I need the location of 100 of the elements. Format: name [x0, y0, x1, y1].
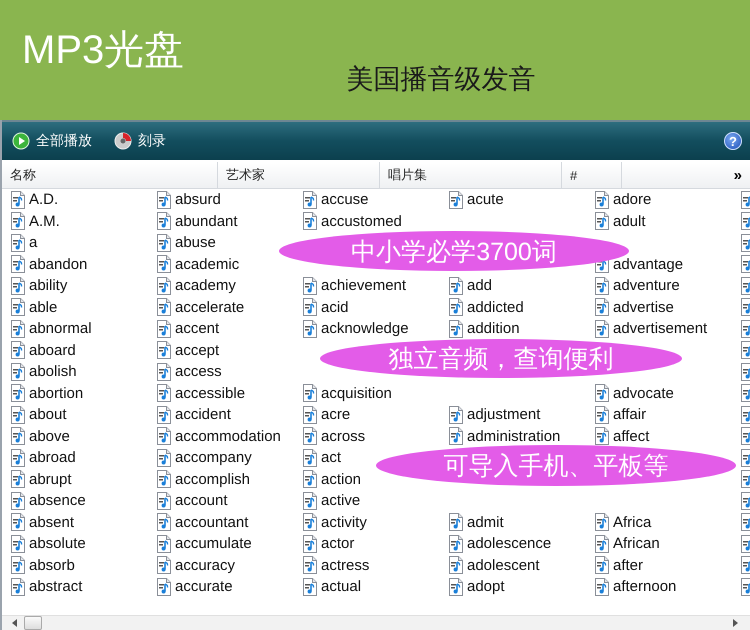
file-name[interactable]: affect [613, 428, 650, 445]
file-name[interactable]: adolescent [467, 556, 540, 574]
burn-button[interactable]: 刻录 [112, 130, 168, 152]
file-name[interactable]: actual [321, 578, 362, 596]
scroll-thumb[interactable] [24, 616, 42, 630]
file-name[interactable]: affair [613, 406, 646, 424]
file-name[interactable]: across [321, 428, 366, 445]
file-name[interactable]: add [467, 277, 492, 294]
audio-file-icon [448, 298, 464, 316]
file-name[interactable]: a [29, 234, 38, 252]
audio-file-icon [302, 212, 318, 230]
file-name[interactable]: acknowledge [321, 320, 409, 338]
scroll-left-icon[interactable] [12, 619, 18, 627]
file-name[interactable]: Africa [613, 514, 652, 531]
file-name[interactable]: accelerate [175, 298, 244, 316]
file-name[interactable]: actor [321, 535, 354, 552]
file-name[interactable]: absolute [29, 535, 86, 552]
audio-file-icon [10, 427, 26, 446]
file-name[interactable]: accustomed [321, 212, 402, 230]
file-name[interactable]: accident [175, 406, 231, 424]
file-name[interactable]: admit [467, 514, 504, 531]
file-name[interactable]: academic [175, 256, 240, 273]
audio-file-icon [594, 556, 610, 574]
file-name[interactable]: afternoon [613, 578, 676, 596]
audio-file-icon [156, 341, 172, 360]
column-header[interactable]: 艺术家 [218, 162, 380, 188]
file-name[interactable]: accept [175, 342, 220, 359]
file-name[interactable]: accumulate [175, 535, 252, 552]
audio-file-icon [302, 427, 318, 446]
file-name[interactable]: accessible [175, 384, 246, 402]
file-name[interactable]: abolish [29, 363, 77, 380]
file-name[interactable]: activity [321, 514, 367, 531]
more-columns-button[interactable]: » [726, 162, 750, 188]
audio-file-icon [156, 513, 172, 532]
file-name[interactable]: actress [321, 556, 370, 574]
file-name[interactable]: acquisition [321, 384, 392, 402]
audio-file-icon [594, 190, 610, 209]
file-name[interactable]: abroad [29, 449, 76, 466]
file-name[interactable]: aboard [29, 342, 76, 359]
file-name[interactable]: adjustment [467, 406, 540, 424]
file-name[interactable]: abundant [175, 212, 238, 230]
file-name[interactable]: addicted [467, 298, 524, 316]
audio-file-icon [448, 406, 464, 424]
file-name[interactable]: abrupt [29, 470, 72, 488]
file-name[interactable]: above [29, 428, 70, 445]
column-header[interactable]: 唱片集 [380, 162, 562, 188]
file-name[interactable]: acute [467, 191, 504, 208]
file-name[interactable]: accuracy [175, 556, 236, 574]
file-name[interactable]: acid [321, 298, 349, 316]
file-name[interactable]: advertisement [613, 320, 708, 338]
file-name[interactable]: advantage [613, 256, 684, 273]
file-name[interactable]: adolescence [467, 535, 552, 552]
audio-file-icon [156, 406, 172, 424]
file-name[interactable]: advertise [613, 298, 674, 316]
horizontal-scrollbar[interactable] [2, 615, 750, 630]
column-header[interactable]: # [562, 162, 622, 188]
file-name[interactable]: accurate [175, 578, 233, 596]
file-name[interactable]: abortion [29, 384, 84, 402]
file-name[interactable]: abnormal [29, 320, 92, 338]
file-name[interactable]: administration [467, 428, 560, 445]
file-name[interactable]: absorb [29, 556, 75, 574]
file-name[interactable]: action [321, 470, 362, 488]
audio-file-icon [302, 470, 318, 488]
file-name[interactable]: adult [613, 212, 646, 230]
column-header[interactable]: 名称 [2, 162, 218, 188]
file-name[interactable]: accommodation [175, 428, 281, 445]
file-name[interactable]: A.D. [29, 191, 58, 208]
file-name[interactable]: active [321, 492, 360, 510]
file-name[interactable]: about [29, 406, 67, 424]
file-name[interactable]: accent [175, 320, 220, 338]
file-name[interactable]: able [29, 298, 58, 316]
file-name[interactable]: ability [29, 277, 68, 294]
file-name[interactable]: accuse [321, 191, 369, 208]
scroll-right-icon[interactable] [732, 619, 738, 627]
file-name[interactable]: absurd [175, 191, 221, 208]
file-name[interactable]: achievement [321, 277, 406, 294]
file-name[interactable]: abandon [29, 256, 88, 273]
file-name[interactable]: abstract [29, 578, 82, 596]
file-name[interactable]: after [613, 556, 644, 574]
file-name[interactable]: adventure [613, 277, 680, 294]
file-name[interactable]: African [613, 535, 660, 552]
file-name[interactable]: access [175, 363, 222, 380]
file-name[interactable]: adore [613, 191, 652, 208]
file-name[interactable]: adopt [467, 578, 505, 596]
file-name[interactable]: accompany [175, 449, 252, 466]
file-name[interactable]: A.M. [29, 212, 60, 230]
audio-file-icon [156, 234, 172, 252]
file-name[interactable]: advocate [613, 384, 674, 402]
file-name[interactable]: account [175, 492, 228, 510]
file-name[interactable]: acre [321, 406, 350, 424]
file-name[interactable]: absence [29, 492, 86, 510]
file-name[interactable]: act [321, 449, 342, 466]
play-all-button[interactable]: 全部播放 [10, 130, 94, 152]
file-name[interactable]: abuse [175, 234, 216, 252]
file-name[interactable]: absent [29, 514, 74, 531]
file-name[interactable]: accountant [175, 514, 248, 531]
file-name[interactable]: accomplish [175, 470, 250, 488]
file-name[interactable]: academy [175, 277, 236, 294]
audio-file-icon [156, 427, 172, 446]
file-name[interactable]: addition [467, 320, 520, 338]
